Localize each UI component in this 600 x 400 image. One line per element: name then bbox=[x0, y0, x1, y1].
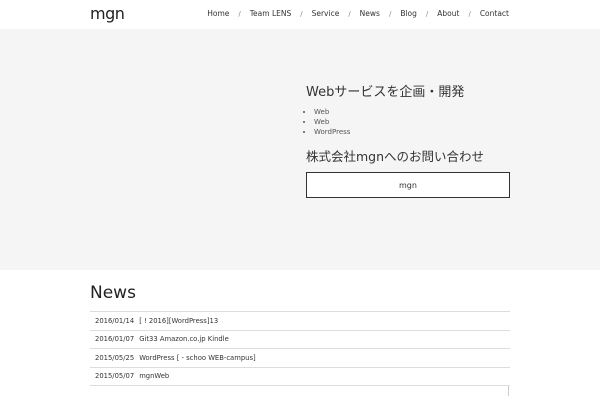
news-item[interactable]: 2016/01/07 Git33 Amazon.co.jp Kindle bbox=[90, 331, 510, 349]
site-logo[interactable]: mgn bbox=[90, 4, 125, 23]
news-date: 2015/05/07 bbox=[95, 372, 135, 381]
news-text: mgnWeb bbox=[139, 372, 170, 381]
news-item[interactable]: 2015/05/07 mgnWeb bbox=[90, 368, 510, 386]
hero-section: Webサービスを企画・開発 Web Web WordPress 株式会社mgnへ… bbox=[0, 29, 600, 270]
main-nav: Home / Team LENS / Service / News / Blog… bbox=[207, 9, 509, 18]
site-header: mgn Home / Team LENS / Service / News / … bbox=[0, 0, 600, 29]
hero-heading: Webサービスを企画・開発 bbox=[306, 85, 465, 100]
hero-feature-item: Web bbox=[314, 117, 350, 127]
nav-separator: / bbox=[348, 9, 351, 18]
scroll-indicator bbox=[508, 386, 509, 396]
hero-feature-item: WordPress bbox=[314, 127, 350, 137]
nav-home[interactable]: Home bbox=[207, 9, 229, 18]
news-text: WordPress [ - schoo WEB-campus] bbox=[139, 353, 256, 362]
contact-button[interactable]: mgn bbox=[306, 172, 510, 198]
news-item[interactable]: 2016/01/14 [ ! 2016][WordPress]13 bbox=[90, 312, 510, 331]
nav-separator: / bbox=[468, 9, 471, 18]
nav-separator: / bbox=[388, 9, 392, 18]
nav-about[interactable]: About bbox=[437, 9, 459, 18]
news-date: 2015/05/25 bbox=[95, 353, 135, 362]
hero-feature-list: Web Web WordPress bbox=[314, 107, 350, 137]
hero-subheading: 株式会社mgnへのお問い合わせ bbox=[306, 149, 485, 164]
nav-separator: / bbox=[300, 9, 303, 18]
news-text: [ ! 2016][WordPress]13 bbox=[139, 316, 219, 325]
news-date: 2016/01/14 bbox=[95, 316, 135, 325]
news-heading: News bbox=[90, 283, 136, 303]
nav-contact[interactable]: Contact bbox=[480, 9, 509, 18]
nav-service[interactable]: Service bbox=[312, 9, 340, 18]
nav-team-lens[interactable]: Team LENS bbox=[250, 9, 292, 18]
news-date: 2016/01/07 bbox=[95, 335, 135, 344]
news-section: News 2016/01/14 [ ! 2016][WordPress]13 2… bbox=[90, 282, 510, 386]
news-text: Git33 Amazon.co.jp Kindle bbox=[139, 335, 229, 344]
hero-feature-item: Web bbox=[314, 107, 350, 117]
news-list: 2016/01/14 [ ! 2016][WordPress]13 2016/0… bbox=[90, 311, 510, 386]
nav-blog[interactable]: Blog bbox=[400, 9, 417, 18]
nav-separator: / bbox=[238, 9, 241, 18]
news-item[interactable]: 2015/05/25 WordPress [ - schoo WEB-campu… bbox=[90, 349, 510, 368]
nav-news[interactable]: News bbox=[360, 9, 380, 18]
nav-separator: / bbox=[425, 9, 429, 18]
